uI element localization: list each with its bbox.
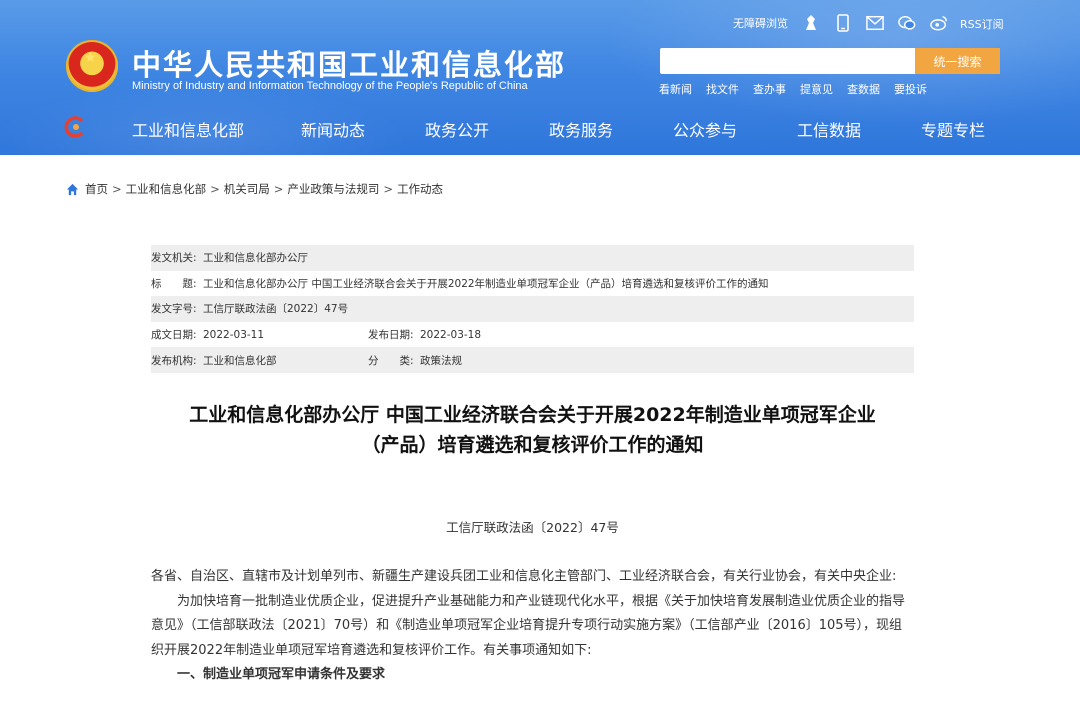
meta-label: 成文日期: [151,329,197,342]
miit-logo-icon[interactable] [64,116,86,138]
quick-link-feedback[interactable]: 提意见 [800,81,833,97]
meta-value-subject: 工业和信息化部办公厅 中国工业经济联合会关于开展2022年制造业单项冠军企业（产… [203,277,769,290]
meta-value-docno: 工信厅联政法函〔2022〕47号 [203,303,349,316]
search-input[interactable] [660,48,915,74]
meta-label: 发文字号: [151,303,197,316]
article-title-line2: （产品）培育遴选和复核评价工作的通知 [361,434,704,456]
meta-category: 分 类: 政策法规 [368,353,462,368]
nav-data[interactable]: 工信数据 [797,117,861,141]
document-metadata: 发文机关: 工业和信息化部办公厅 标 题: 工业和信息化部办公厅 中国工业经济联… [151,245,914,373]
breadcrumb-separator: > [273,182,284,196]
quick-link-data[interactable]: 查数据 [847,81,880,97]
home-icon [66,183,79,195]
meta-value-published: 2022-03-18 [420,329,482,342]
meta-published: 发布日期: 2022-03-18 [368,327,481,342]
meta-row-subject: 标 题: 工业和信息化部办公厅 中国工业经济联合会关于开展2022年制造业单项冠… [151,271,914,297]
quick-link-files[interactable]: 找文件 [706,81,739,97]
nav-gov-services[interactable]: 政务服务 [549,117,613,141]
site-subtitle: Ministry of Industry and Information Tec… [132,80,528,92]
site-title[interactable]: 中华人民共和国工业和信息化部 [132,42,566,84]
quick-link-news[interactable]: 看新闻 [659,81,692,97]
meta-row-org: 发布机构: 工业和信息化部 分 类: 政策法规 [151,347,914,373]
meta-label: 发文机关: [151,252,197,265]
breadcrumb-home[interactable]: 首页 [85,181,108,197]
nav-gov-affairs[interactable]: 政务公开 [425,117,489,141]
meta-row-dates: 成文日期: 2022-03-11 发布日期: 2022-03-18 [151,322,914,348]
nav-news[interactable]: 新闻动态 [301,117,365,141]
breadcrumb-departments[interactable]: 机关司局 [224,181,270,197]
meta-value-issuer: 工业和信息化部办公厅 [203,252,308,265]
accessibility-link[interactable]: 无障碍浏览 [733,15,788,31]
meta-label: 发布机构: [151,354,197,367]
nav-public-participation[interactable]: 公众参与 [673,117,737,141]
search-button[interactable]: 统一搜索 [915,48,1000,74]
weibo-icon[interactable] [930,14,948,32]
article-paragraph: 为加快培育一批制造业优质企业，促进提升产业基础能力和产业链现代化水平，根据《关于… [151,593,906,658]
top-links: 无障碍浏览 [733,14,948,32]
nav-miit[interactable]: 工业和信息化部 [132,117,244,141]
mobile-icon[interactable] [834,14,852,32]
article-salutation: 各省、自治区、直辖市及计划单列市、新疆生产建设兵团工业和信息化主管部门、工业经济… [151,569,897,584]
article-docno: 工信厅联政法函〔2022〕47号 [446,520,619,535]
breadcrumb-separator: > [112,182,122,196]
quick-link-complaint[interactable]: 要投诉 [894,81,927,97]
breadcrumb-separator: > [210,182,220,196]
meta-row-docno: 发文字号: 工信厅联政法函〔2022〕47号 [151,296,914,322]
rss-link[interactable]: RSS订阅 [960,16,1004,32]
meta-label: 分 类: [368,354,414,367]
article-body: 各省、自治区、直辖市及计划单列市、新疆生产建设兵团工业和信息化主管部门、工业经济… [151,565,914,688]
article-section-heading: 一、制造业单项冠军申请条件及要求 [177,667,386,682]
quick-link-services[interactable]: 查办事 [753,81,786,97]
meta-value-org: 工业和信息化部 [203,354,277,367]
breadcrumb-separator: > [383,182,394,196]
mascot-icon[interactable] [802,14,820,32]
meta-value-category: 政策法规 [420,354,462,367]
site-header: ★ 中华人民共和国工业和信息化部 Ministry of Industry an… [0,0,1080,155]
article-title: 工业和信息化部办公厅 中国工业经济联合会关于开展2022年制造业单项冠军企业 （… [151,400,914,460]
mail-icon[interactable] [866,14,884,32]
nav-topics[interactable]: 专题专栏 [921,117,985,141]
article-title-line1: 工业和信息化部办公厅 中国工业经济联合会关于开展2022年制造业单项冠军企业 [189,404,876,426]
main-nav: 工业和信息化部 新闻动态 政务公开 政务服务 公众参与 工信数据 专题专栏 [0,108,1080,148]
wechat-icon[interactable] [898,14,916,32]
meta-label: 发布日期: [368,329,414,342]
breadcrumb-work-news[interactable]: 工作动态 [397,181,443,197]
breadcrumb-policy-dept[interactable]: 产业政策与法规司 [287,181,379,197]
meta-label: 标 题: [151,277,197,290]
breadcrumb: 首页 > 工业和信息化部 > 机关司局 > 产业政策与法规司 > 工作动态 [66,181,443,197]
meta-row-issuer: 发文机关: 工业和信息化部办公厅 [151,245,914,271]
breadcrumb-miit[interactable]: 工业和信息化部 [126,181,207,197]
meta-value-created: 2022-03-11 [203,328,265,341]
national-emblem-icon: ★ [66,40,118,92]
quick-links: 看新闻 找文件 查办事 提意见 查数据 要投诉 [659,81,927,97]
